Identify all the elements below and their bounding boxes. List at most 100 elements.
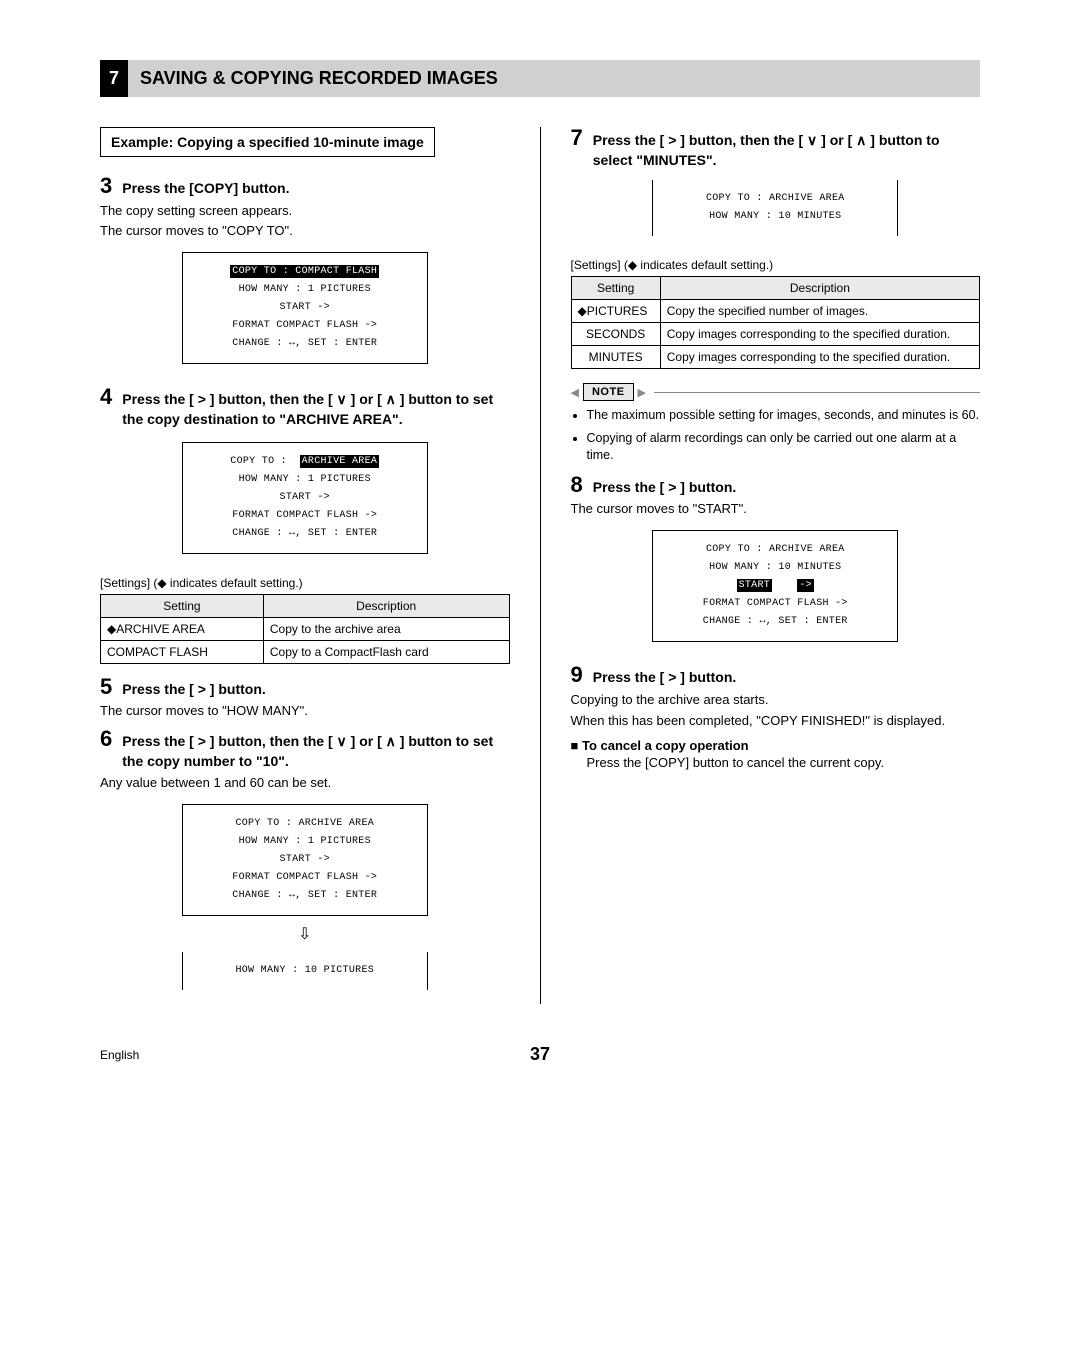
step-text: Press the [ > ] button. [593, 474, 737, 498]
body-text: Any value between 1 and 60 can be set. [100, 775, 510, 792]
osd-line: COPY TO : [230, 456, 287, 467]
down-arrow-icon: ⇩ [100, 924, 510, 944]
step-9: 9 Press the [ > ] button. [571, 664, 981, 688]
table-cell: ◆PICTURES [571, 300, 660, 323]
osd-line: START -> [195, 489, 415, 507]
osd-screen: COPY TO : ARCHIVE AREA HOW MANY : 1 PICT… [182, 442, 428, 554]
table-row: ◆ARCHIVE AREA Copy to the archive area [101, 617, 510, 640]
step-3: 3 Press the [COPY] button. [100, 175, 510, 199]
note-list: The maximum possible setting for images,… [571, 407, 981, 464]
table-row: COMPACT FLASH Copy to a CompactFlash car… [101, 640, 510, 663]
osd-highlight: ARCHIVE AREA [300, 455, 380, 468]
step-number: 5 [100, 676, 112, 698]
chapter-title: SAVING & COPYING RECORDED IMAGES [128, 60, 980, 97]
osd-line: COPY TO : ARCHIVE AREA [195, 815, 415, 833]
osd-line: HOW MANY : 1 PICTURES [195, 471, 415, 489]
settings-table-1: Setting Description ◆ARCHIVE AREA Copy t… [100, 594, 510, 664]
osd-screen-partial: HOW MANY : 10 PICTURES [182, 952, 428, 990]
page-footer: English 37 [100, 1044, 980, 1065]
osd-line: HOW MANY : 1 PICTURES [195, 833, 415, 851]
table-cell: Copy to a CompactFlash card [263, 640, 509, 663]
body-text: The cursor moves to "COPY TO". [100, 223, 510, 240]
table-header: Setting [571, 277, 660, 300]
step-6: 6 Press the [ > ] button, then the [ ∨ ]… [100, 728, 510, 771]
note-item: The maximum possible setting for images,… [587, 407, 981, 424]
footer-language: English [100, 1048, 530, 1062]
table-header: Description [660, 277, 979, 300]
osd-line: FORMAT COMPACT FLASH -> [195, 869, 415, 887]
osd-screen: COPY TO : COMPACT FLASH HOW MANY : 1 PIC… [182, 252, 428, 364]
step-text: Press the [COPY] button. [122, 175, 289, 199]
osd-line: FORMAT COMPACT FLASH -> [195, 317, 415, 335]
note-line [654, 392, 980, 393]
step-text: Press the [ > ] button. [593, 664, 737, 688]
osd-line: START -> [195, 299, 415, 317]
table-cell: Copy to the archive area [263, 617, 509, 640]
table-cell: Copy the specified number of images. [660, 300, 979, 323]
step-text: Press the [ > ] button, then the [ ∨ ] o… [122, 386, 509, 429]
table-cell: ◆ARCHIVE AREA [101, 617, 264, 640]
settings-note: [Settings] (◆ indicates default setting.… [100, 576, 510, 590]
settings-table-2: Setting Description ◆PICTURES Copy the s… [571, 276, 981, 369]
body-text: The cursor moves to "START". [571, 501, 981, 518]
settings-note: [Settings] (◆ indicates default setting.… [571, 258, 981, 272]
body-text: When this has been completed, "COPY FINI… [571, 713, 981, 730]
note-item: Copying of alarm recordings can only be … [587, 430, 981, 464]
chapter-header: 7 SAVING & COPYING RECORDED IMAGES [100, 60, 980, 97]
table-cell: MINUTES [571, 346, 660, 369]
table-header: Setting [101, 594, 264, 617]
column-divider [540, 127, 541, 1004]
table-cell: SECONDS [571, 323, 660, 346]
osd-screen: COPY TO : ARCHIVE AREA HOW MANY : 10 MIN… [652, 530, 898, 642]
body-text: The cursor moves to "HOW MANY". [100, 703, 510, 720]
table-header: Description [263, 594, 509, 617]
example-box: Example: Copying a specified 10-minute i… [100, 127, 435, 157]
step-8: 8 Press the [ > ] button. [571, 474, 981, 498]
step-text: Press the [ > ] button. [122, 676, 266, 700]
osd-line: CHANGE : ↔, SET : ENTER [195, 525, 415, 543]
note-arrow-left-icon: ◀ [571, 386, 579, 399]
osd-line: FORMAT COMPACT FLASH -> [665, 595, 885, 613]
body-text: Copying to the archive area starts. [571, 692, 981, 709]
step-number: 9 [571, 664, 583, 686]
step-number: 4 [100, 386, 112, 408]
osd-line: CHANGE : ↔, SET : ENTER [665, 613, 885, 631]
osd-line: HOW MANY : 10 PICTURES [195, 962, 415, 980]
osd-screen: COPY TO : ARCHIVE AREA HOW MANY : 1 PICT… [182, 804, 428, 916]
table-row: ◆PICTURES Copy the specified number of i… [571, 300, 980, 323]
step-5: 5 Press the [ > ] button. [100, 676, 510, 700]
table-row: MINUTES Copy images corresponding to the… [571, 346, 980, 369]
osd-line: FORMAT COMPACT FLASH -> [195, 507, 415, 525]
table-cell: COMPACT FLASH [101, 640, 264, 663]
page-number: 37 [530, 1044, 550, 1065]
chapter-number: 7 [100, 60, 128, 97]
osd-line: START -> [195, 851, 415, 869]
step-number: 7 [571, 127, 583, 149]
osd-highlight: COPY TO : COMPACT FLASH [230, 265, 379, 278]
step-text: Press the [ > ] button, then the [ ∨ ] o… [122, 728, 509, 771]
left-column: Example: Copying a specified 10-minute i… [100, 127, 510, 1004]
step-text: Press the [ > ] button, then the [ ∨ ] o… [593, 127, 980, 170]
step-number: 3 [100, 175, 112, 197]
body-text: The copy setting screen appears. [100, 203, 510, 220]
table-cell: Copy images corresponding to the specifi… [660, 323, 979, 346]
osd-line: CHANGE : ↔, SET : ENTER [195, 887, 415, 905]
step-number: 6 [100, 728, 112, 750]
osd-highlight: START [737, 579, 773, 592]
step-4: 4 Press the [ > ] button, then the [ ∨ ]… [100, 386, 510, 429]
right-column: 7 Press the [ > ] button, then the [ ∨ ]… [571, 127, 981, 1004]
osd-line: COPY TO : ARCHIVE AREA [665, 541, 885, 559]
osd-line: COPY TO : ARCHIVE AREA [665, 190, 885, 208]
table-cell: Copy images corresponding to the specifi… [660, 346, 979, 369]
cancel-body: Press the [COPY] button to cancel the cu… [587, 755, 981, 770]
cancel-heading: To cancel a copy operation [571, 738, 981, 753]
step-number: 8 [571, 474, 583, 496]
osd-line: HOW MANY : 10 MINUTES [665, 208, 885, 226]
osd-highlight: -> [797, 579, 814, 592]
osd-screen-partial: COPY TO : ARCHIVE AREA HOW MANY : 10 MIN… [652, 180, 898, 236]
osd-line: CHANGE : ↔, SET : ENTER [195, 335, 415, 353]
step-7: 7 Press the [ > ] button, then the [ ∨ ]… [571, 127, 981, 170]
note-arrow-right-icon: ▶ [638, 386, 646, 399]
table-row: SECONDS Copy images corresponding to the… [571, 323, 980, 346]
note-header: ◀ NOTE ▶ [571, 383, 981, 401]
